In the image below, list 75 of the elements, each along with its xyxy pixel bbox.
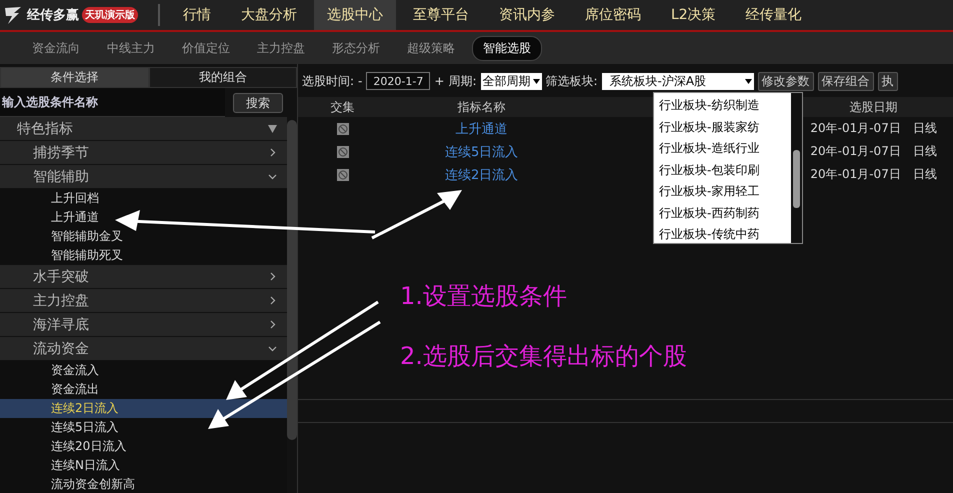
caret-icon xyxy=(532,78,540,84)
disabled-icon xyxy=(336,168,349,180)
column-header: 选股日期 xyxy=(848,98,899,116)
plus-label: + xyxy=(434,74,444,88)
caret-icon xyxy=(744,78,752,84)
annotation-text: 2.选股后交集得出标的个股 xyxy=(400,341,687,372)
minus-label: - xyxy=(358,74,362,88)
dropdown-option[interactable]: 行业板块-造纸行业 xyxy=(654,138,791,160)
sub-nav-tab[interactable]: 中线主力 xyxy=(97,36,165,60)
search-button[interactable]: 搜索 xyxy=(233,92,283,112)
column-header: 指标名称 xyxy=(456,98,507,116)
indicator-link[interactable]: 连续5日流入 xyxy=(444,142,518,160)
edition-badge: 天玑演示版 xyxy=(82,7,138,23)
tree-group[interactable]: 水手突破 xyxy=(0,265,287,289)
sub-nav-tab[interactable]: 智能选股 xyxy=(472,36,542,60)
chevron-right-icon xyxy=(268,296,277,305)
main-nav-tab[interactable]: L2决策 xyxy=(658,0,729,30)
dropdown-option[interactable]: 行业板块-西药制药 xyxy=(654,202,791,224)
board-dropdown[interactable]: 系统板块-沪深A股 xyxy=(602,72,754,90)
annotation-text: 1.设置选股条件 xyxy=(400,281,567,312)
chevron-down-icon xyxy=(268,344,277,353)
main-nav-tab[interactable]: 至尊平台 xyxy=(400,0,482,30)
table-cell: 日线 xyxy=(912,166,937,183)
date-field[interactable]: 2020-1-7 xyxy=(366,72,430,90)
tree-item[interactable]: 连续2日流入 xyxy=(0,399,287,418)
chevron-right-icon xyxy=(268,148,277,157)
tree-category[interactable]: 特色指标 xyxy=(0,117,287,141)
main-nav-tab[interactable]: 选股中心 xyxy=(314,0,396,30)
disabled-icon xyxy=(336,122,349,134)
indicator-link[interactable]: 连续2日流入 xyxy=(444,166,518,184)
triangle-down-icon xyxy=(268,124,277,132)
sub-nav-tab[interactable]: 资金流向 xyxy=(22,36,90,60)
tree-group[interactable]: 主力控盘 xyxy=(0,289,287,313)
dropdown-option[interactable]: 行业板块-家用轻工 xyxy=(654,181,791,202)
table-cell: 20年-01月-07日 xyxy=(810,120,901,137)
sub-nav-tab[interactable]: 主力控盘 xyxy=(247,36,315,60)
dropdown-option[interactable]: 行业板块-服装家纺 xyxy=(654,116,791,138)
table-cell: 20年-01月-07日 xyxy=(810,143,901,160)
chevron-down-icon xyxy=(268,172,277,181)
board-label: 筛选板块: xyxy=(546,72,598,90)
app-name: 经传多赢 xyxy=(27,7,79,24)
tree-group[interactable]: 流动资金 xyxy=(0,337,287,361)
sub-nav-tab[interactable]: 形态分析 xyxy=(322,36,390,60)
dropdown-option[interactable]: 行业板块-包装印刷 xyxy=(654,160,791,181)
search-field[interactable]: 输入选股条件名称 xyxy=(0,88,225,117)
column-header: 交集 xyxy=(330,98,356,116)
sub-nav-tab[interactable]: 价值定位 xyxy=(172,36,240,60)
dropdown-option[interactable]: 行业板块-传统中药 xyxy=(654,224,791,246)
table-cell: 20年-01月-07日 xyxy=(810,166,901,183)
tree-group[interactable]: 海洋寻底 xyxy=(0,313,287,337)
main-nav-tab[interactable]: 行情 xyxy=(170,0,224,30)
scrollbar-thumb[interactable] xyxy=(793,150,800,208)
sidebar-tab[interactable]: 条件选择 xyxy=(0,67,148,88)
sidebar-tab[interactable]: 我的组合 xyxy=(148,67,297,88)
tree-group[interactable]: 捕捞季节 xyxy=(0,141,287,165)
dropdown-option[interactable]: 行业板块-纺织制造 xyxy=(654,95,791,116)
table-cell: 日线 xyxy=(912,120,937,137)
toolbar-button[interactable]: 执 xyxy=(878,72,898,90)
scrollbar[interactable] xyxy=(287,120,297,440)
chevron-right-icon xyxy=(268,320,277,329)
table-cell: 日线 xyxy=(912,143,937,160)
disabled-icon xyxy=(336,146,349,158)
main-nav-tab[interactable]: 经传量化 xyxy=(732,0,815,30)
period-label: 周期: xyxy=(448,72,476,90)
sub-nav-tab[interactable]: 超级策略 xyxy=(397,36,465,60)
main-nav-tab[interactable]: 大盘分析 xyxy=(228,0,310,30)
toolbar-button[interactable]: 修改参数 xyxy=(758,72,814,90)
time-label: 选股时间: xyxy=(302,72,354,90)
indicator-link[interactable]: 上升通道 xyxy=(456,120,508,138)
period-dropdown[interactable]: 全部周期 xyxy=(480,72,542,90)
tree-group[interactable]: 智能辅助 xyxy=(0,165,287,189)
main-nav-tab[interactable]: 席位密码 xyxy=(572,0,654,30)
chevron-right-icon xyxy=(268,272,277,281)
toolbar-button[interactable]: 保存组合 xyxy=(818,72,874,90)
main-nav-tab[interactable]: 资讯内参 xyxy=(486,0,568,30)
